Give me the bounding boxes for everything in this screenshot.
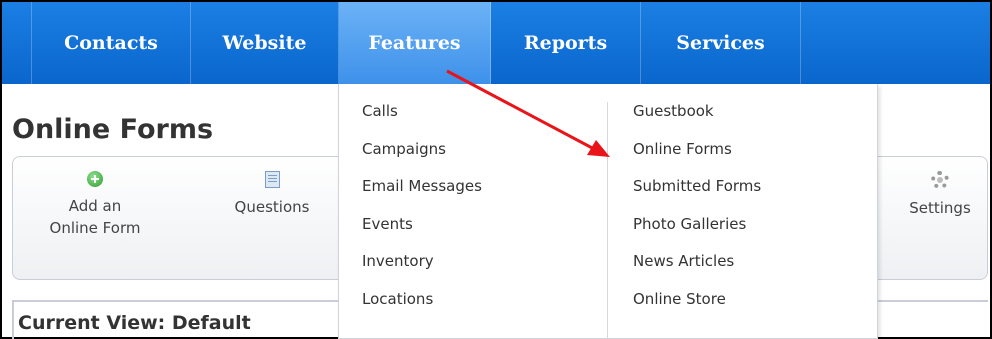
menu-item-photo-galleries[interactable]: Photo Galleries bbox=[633, 213, 761, 251]
menu-item-campaigns[interactable]: Campaigns bbox=[362, 138, 482, 176]
page-title: Online Forms bbox=[12, 114, 214, 145]
settings-button[interactable]: Settings bbox=[895, 157, 985, 219]
nav-features[interactable]: Features bbox=[339, 2, 491, 84]
top-nav: Contacts Website Features Reports Servic… bbox=[2, 2, 990, 84]
plus-icon bbox=[87, 171, 103, 187]
menu-item-guestbook[interactable]: Guestbook bbox=[633, 100, 761, 138]
menu-item-locations[interactable]: Locations bbox=[362, 288, 482, 326]
questions-button[interactable]: Questions bbox=[217, 157, 327, 218]
menu-item-online-forms[interactable]: Online Forms bbox=[633, 138, 761, 176]
menu-column-separator bbox=[607, 102, 608, 339]
menu-item-submitted-forms[interactable]: Submitted Forms bbox=[633, 175, 761, 213]
menu-item-email-messages[interactable]: Email Messages bbox=[362, 175, 482, 213]
add-online-form-button[interactable]: Add an Online Form bbox=[25, 157, 165, 239]
features-menu-right-column: Guestbook Online Forms Submitted Forms P… bbox=[633, 100, 761, 326]
menu-item-events[interactable]: Events bbox=[362, 213, 482, 251]
features-dropdown-menu: Calls Campaigns Email Messages Events In… bbox=[338, 84, 878, 339]
current-view-heading: Current View: Default bbox=[18, 312, 251, 334]
settings-label: Settings bbox=[909, 199, 971, 217]
menu-item-online-store[interactable]: Online Store bbox=[633, 288, 761, 326]
questions-icon bbox=[264, 171, 280, 188]
menu-item-inventory[interactable]: Inventory bbox=[362, 250, 482, 288]
menu-item-news-articles[interactable]: News Articles bbox=[633, 250, 761, 288]
panel-border bbox=[12, 300, 14, 339]
questions-label: Questions bbox=[234, 198, 310, 216]
nav-reports[interactable]: Reports bbox=[491, 2, 641, 84]
add-online-form-label: Add an Online Form bbox=[49, 197, 141, 237]
nav-website[interactable]: Website bbox=[191, 2, 339, 84]
nav-contacts[interactable]: Contacts bbox=[31, 2, 191, 84]
menu-item-calls[interactable]: Calls bbox=[362, 100, 482, 138]
features-menu-left-column: Calls Campaigns Email Messages Events In… bbox=[362, 100, 482, 326]
nav-services[interactable]: Services bbox=[641, 2, 801, 84]
gear-icon bbox=[931, 171, 949, 189]
